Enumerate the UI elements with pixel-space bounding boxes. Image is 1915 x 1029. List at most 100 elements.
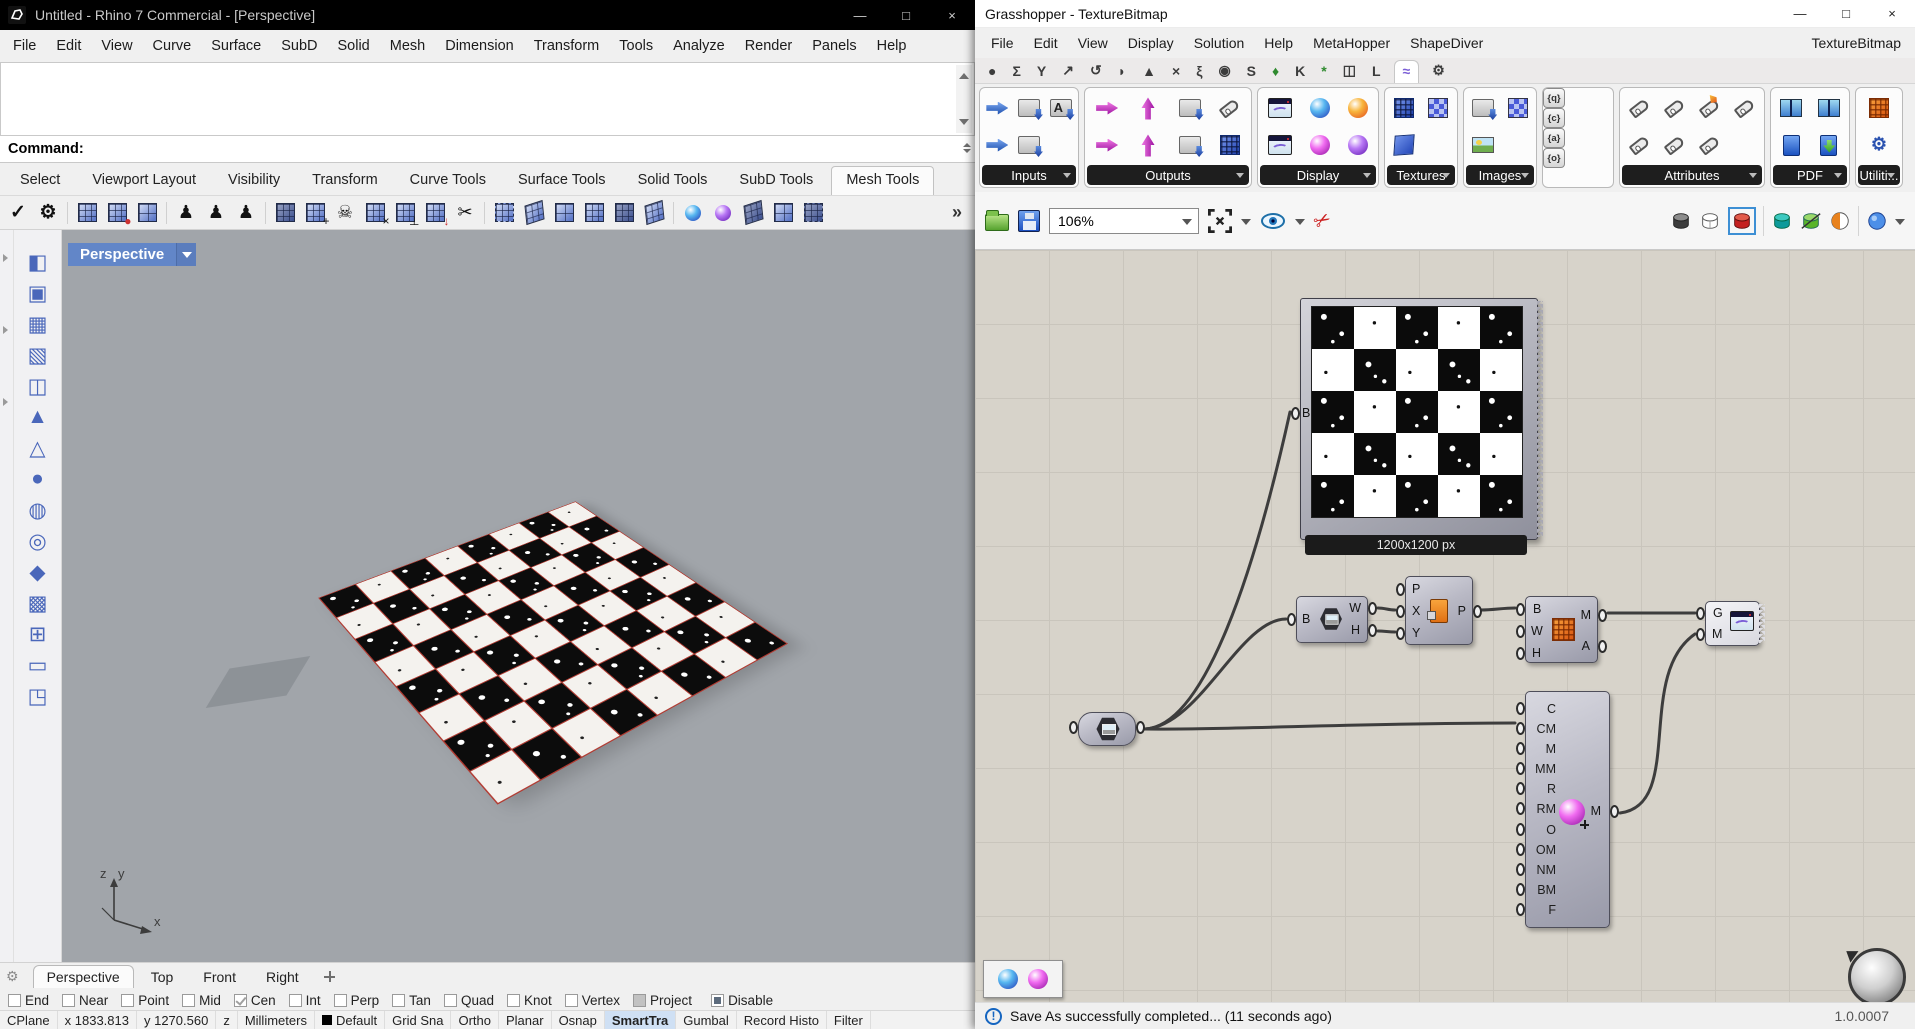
mesh-rounded-icon[interactable]: ◳ xyxy=(23,682,53,710)
check-icon[interactable]: ✓ xyxy=(5,200,31,226)
perspective-viewport[interactable]: Perspective xyxy=(62,230,975,962)
rhino-menu-item[interactable]: Edit xyxy=(47,34,90,58)
tag-edit-icon[interactable] xyxy=(1664,135,1686,155)
gh-category-tab[interactable]: ⚙ xyxy=(1429,60,1448,83)
gh-menu-item[interactable]: Help xyxy=(1254,31,1303,55)
checkbox-icon[interactable] xyxy=(711,994,724,1007)
mesh-array-icon[interactable] xyxy=(770,200,796,226)
input-port[interactable] xyxy=(1287,613,1296,626)
mesh-collapse-icon[interactable]: ⊞ xyxy=(23,620,53,648)
output-port[interactable] xyxy=(1368,624,1377,637)
export-tags-icon[interactable] xyxy=(1219,98,1241,118)
osnap-toggle[interactable]: Cen xyxy=(234,993,276,1008)
half-shaded-sphere-icon[interactable] xyxy=(1829,210,1851,232)
preview-eye-icon[interactable] xyxy=(1260,211,1286,231)
check-mesh-icon[interactable]: ♟ xyxy=(173,200,199,226)
gh-category-tab[interactable]: ◗ xyxy=(1115,61,1129,83)
checkbox-icon[interactable] xyxy=(8,994,21,1007)
osnap-toggle[interactable]: Project xyxy=(633,993,692,1008)
mesh-rotate-icon[interactable] xyxy=(641,200,667,226)
gh-category-tab[interactable]: Y xyxy=(1034,61,1049,83)
export-arrow-icon[interactable] xyxy=(1096,139,1118,152)
osnap-toggle[interactable]: Perp xyxy=(334,993,380,1008)
status-segment[interactable]: Record Histo xyxy=(737,1011,827,1029)
settings-wrench-icon[interactable]: ⚙ xyxy=(35,200,61,226)
input-port[interactable] xyxy=(1396,605,1405,618)
gh-menu-item[interactable]: File xyxy=(981,31,1024,55)
checkbox-icon[interactable] xyxy=(444,994,457,1007)
mesh-patch-icon[interactable] xyxy=(551,200,577,226)
mesh-sphere-icon[interactable]: ● xyxy=(23,465,53,493)
checkbox-icon[interactable] xyxy=(182,994,195,1007)
osnap-toggle[interactable]: Int xyxy=(289,993,321,1008)
status-segment[interactable]: x 1833.813 xyxy=(58,1011,137,1029)
rhino-toolbar-tab[interactable]: Viewport Layout xyxy=(78,167,210,195)
status-segment[interactable]: Ortho xyxy=(451,1011,499,1029)
rhino-toolbar-tab[interactable]: Select xyxy=(6,167,74,195)
status-segment[interactable]: Grid Sna xyxy=(385,1011,451,1029)
osnap-toggle[interactable]: Quad xyxy=(444,993,494,1008)
status-segment[interactable]: Gumbal xyxy=(676,1011,737,1029)
viewport-title[interactable]: Perspective xyxy=(68,243,176,266)
checkbox-icon[interactable] xyxy=(234,994,247,1007)
command-line[interactable]: Command: xyxy=(0,136,975,163)
export-bim-file-icon[interactable] xyxy=(1179,99,1201,117)
chevron-down-icon[interactable] xyxy=(1895,219,1905,230)
rhino-toolbar-tab[interactable]: Solid Tools xyxy=(624,167,722,195)
osnap-toggle[interactable]: Near xyxy=(62,993,108,1008)
viewport-dropdown-caret[interactable] xyxy=(176,243,196,266)
magenta-material-orb-icon[interactable] xyxy=(1310,135,1330,155)
osnap-toggle[interactable]: Point xyxy=(121,993,169,1008)
custom-preview-teal-icon[interactable] xyxy=(1771,210,1793,232)
shaded-preview-component[interactable]: G M xyxy=(1705,601,1760,646)
bitmap-mesh-component[interactable]: B W H M A xyxy=(1525,596,1598,663)
pdf-expand-icon[interactable] xyxy=(1818,99,1840,117)
command-history[interactable] xyxy=(0,62,975,136)
viewport-title-dropdown[interactable]: Perspective xyxy=(68,243,196,266)
status-segment[interactable]: y 1270.560 xyxy=(137,1011,216,1029)
input-port[interactable] xyxy=(1516,702,1525,715)
mesh-slab-icon[interactable]: ▭ xyxy=(23,651,53,679)
mesh-tilt-icon[interactable] xyxy=(521,200,547,226)
magenta-orb-icon[interactable] xyxy=(1028,969,1048,989)
material-preview-widget[interactable] xyxy=(983,960,1063,998)
gear-icon[interactable]: ⚙ xyxy=(6,968,19,985)
palette-label[interactable]: Utiliti... xyxy=(1858,165,1900,185)
mesh-cylinder-icon[interactable]: ◫ xyxy=(23,372,53,400)
blue-material-orb-icon[interactable] xyxy=(1310,98,1330,118)
texture-cube-icon[interactable] xyxy=(1393,134,1414,156)
palette-label[interactable]: Textures xyxy=(1387,165,1455,185)
no-preview-icon[interactable] xyxy=(1670,210,1692,232)
weld-mesh-icon[interactable]: ⊥ xyxy=(392,200,418,226)
checkbox-icon[interactable] xyxy=(289,994,302,1007)
rhino-menu-item[interactable]: Analyze xyxy=(664,34,734,58)
input-port[interactable] xyxy=(1291,407,1300,420)
tag-ping-icon[interactable] xyxy=(1699,135,1721,155)
photo-stack-icon[interactable] xyxy=(1472,137,1494,153)
gh-category-tab[interactable]: ● xyxy=(985,61,999,83)
import-text-icon[interactable]: A xyxy=(1050,99,1072,117)
palette-label[interactable]: Attributes xyxy=(1622,165,1762,185)
checkbox-icon[interactable] xyxy=(633,994,646,1007)
input-port[interactable] xyxy=(1516,722,1525,735)
status-segment[interactable]: z xyxy=(216,1011,238,1029)
preview-window-icon[interactable] xyxy=(1268,98,1292,118)
mesh-patch-icon[interactable]: ◆ xyxy=(23,558,53,586)
mesh-repair-wizard-icon[interactable]: ♟ xyxy=(203,200,229,226)
osnap-toggle[interactable]: End xyxy=(8,993,49,1008)
gh-menu-item[interactable]: Edit xyxy=(1024,31,1068,55)
reduce-mesh-icon[interactable] xyxy=(134,200,160,226)
rhino-menu-item[interactable]: Mesh xyxy=(381,34,434,58)
status-segment[interactable]: Default xyxy=(315,1011,385,1029)
blue-orb-icon[interactable] xyxy=(998,969,1018,989)
palette-label[interactable]: Display xyxy=(1260,165,1376,185)
unweld-mesh-icon[interactable]: ↓ xyxy=(422,200,448,226)
mesh-truncated-cone-icon[interactable]: △ xyxy=(23,434,53,462)
command-spinner[interactable] xyxy=(963,139,971,157)
rhino-menu-item[interactable]: File xyxy=(4,34,45,58)
sketch-pencil-icon[interactable]: ✂ xyxy=(1309,205,1336,235)
viewport-tab[interactable]: Top xyxy=(138,966,187,988)
gh-category-tab[interactable]: ▲ xyxy=(1139,61,1159,83)
input-port[interactable] xyxy=(1516,863,1525,876)
scroll-up-icon[interactable] xyxy=(959,68,969,79)
